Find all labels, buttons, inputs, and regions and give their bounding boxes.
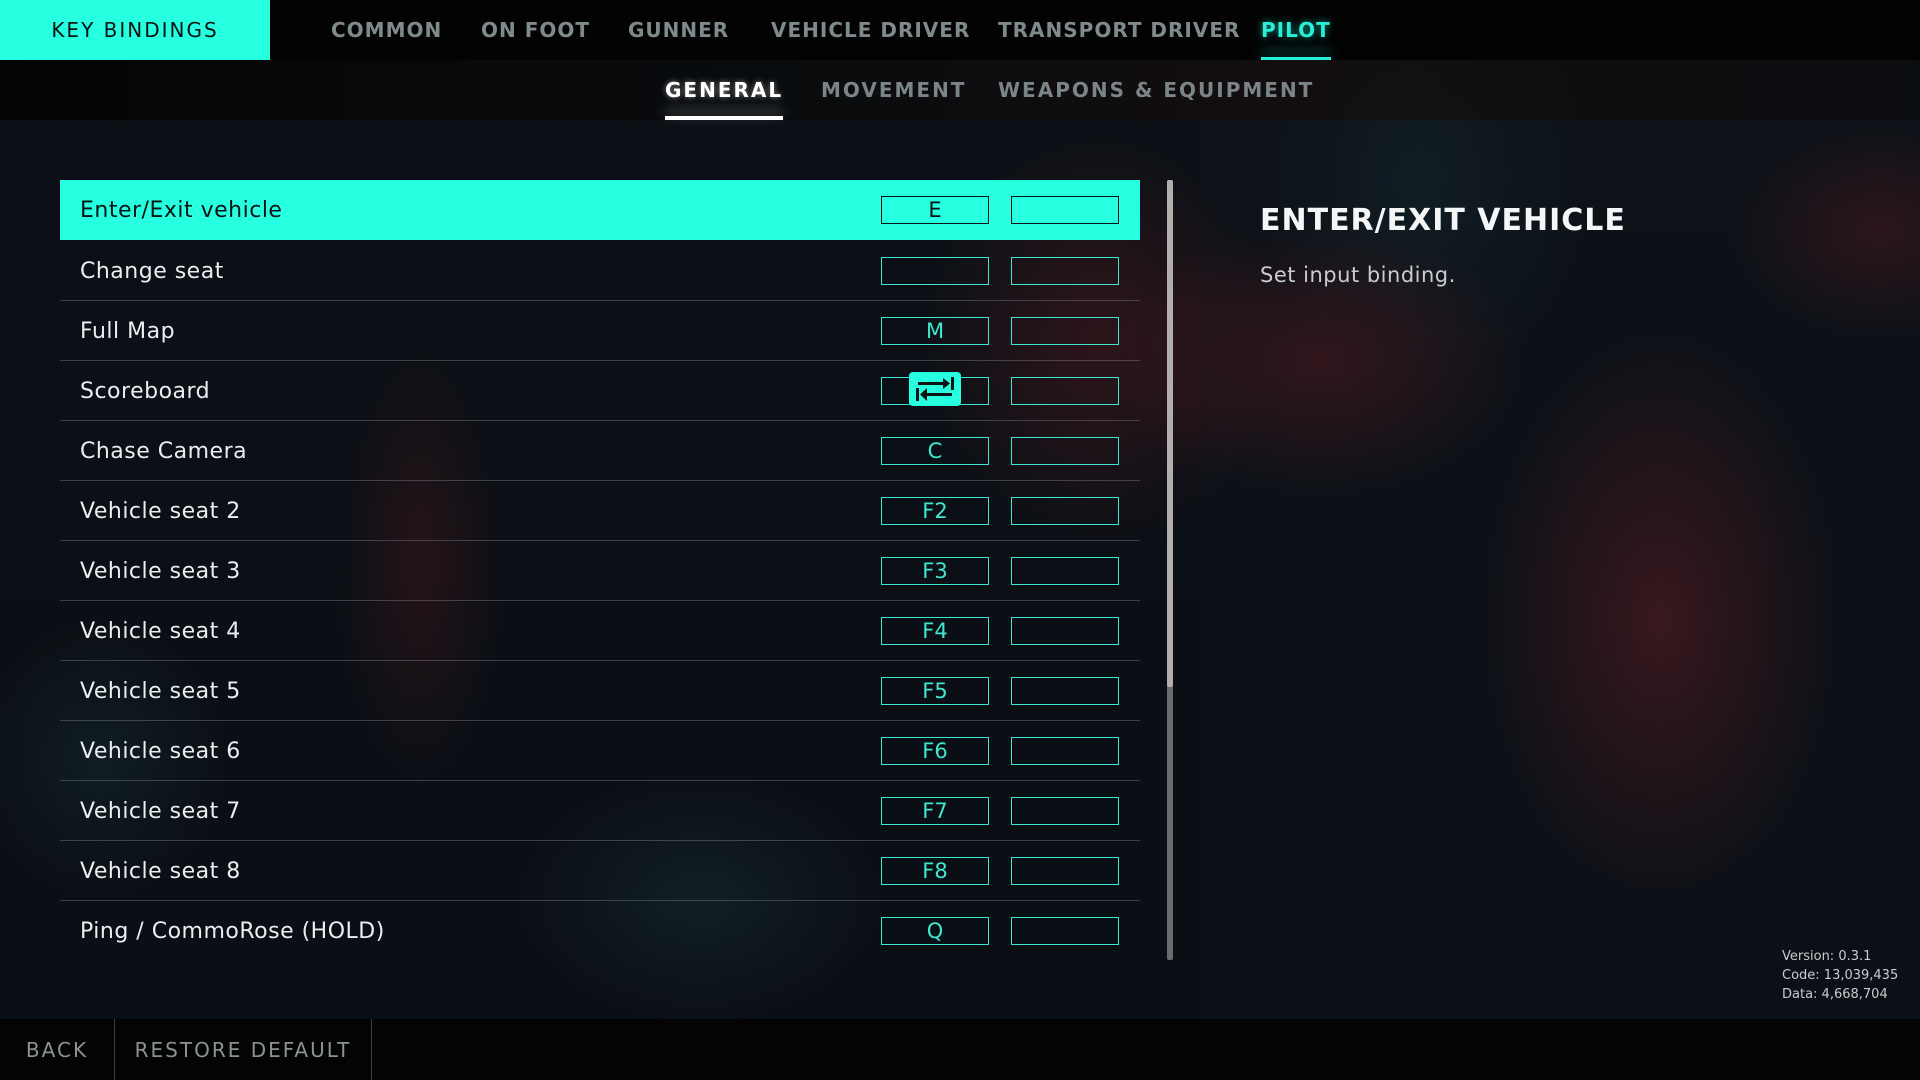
secondary-key-slot[interactable] [1011,857,1119,885]
tab-key-icon [909,372,961,406]
secondary-key-slot[interactable] [1011,737,1119,765]
secondary-key-slot[interactable] [1011,797,1119,825]
secondary-key-slot[interactable] [1011,497,1119,525]
secondary-key-slot[interactable] [1011,557,1119,585]
binding-action-label: Vehicle seat 6 [80,738,241,764]
data-text: Data: 4,668,704 [1782,987,1888,1002]
primary-key-slot[interactable]: F6 [881,737,989,765]
binding-row-vehicle-seat-4[interactable]: Vehicle seat 4 F4 [60,600,1140,660]
secondary-key-slot[interactable] [1011,317,1119,345]
subtab-bar: GENERAL MOVEMENT WEAPONS & EQUIPMENT [0,60,1920,120]
secondary-key-slot[interactable] [1011,437,1119,465]
binding-action-label: Vehicle seat 4 [80,618,241,644]
primary-key-slot[interactable] [881,257,989,285]
primary-key-slot[interactable]: C [881,437,989,465]
binding-row-vehicle-seat-2[interactable]: Vehicle seat 2 F2 [60,480,1140,540]
detail-description: Set input binding. [1260,263,1456,287]
binding-action-label: Full Map [80,318,176,344]
binding-action-label: Chase Camera [80,438,248,464]
tab-vehicle-driver[interactable]: VEHICLE DRIVER [771,0,970,60]
binding-action-label: Ping / CommoRose (HOLD) [80,918,385,944]
secondary-key-slot[interactable] [1011,196,1119,224]
primary-key-slot[interactable]: M [881,317,989,345]
back-button[interactable]: BACK [0,1019,114,1080]
tab-on-foot[interactable]: ON FOOT [481,0,590,60]
version-info: Version: 0.3.1 Code: 13,039,435 Data: 4,… [1782,947,1898,1004]
primary-key-slot[interactable]: F8 [881,857,989,885]
primary-key-slot[interactable]: E [881,196,989,224]
secondary-key-slot[interactable] [1011,257,1119,285]
scrollbar-thumb[interactable] [1167,180,1173,687]
subtab-general[interactable]: GENERAL [665,60,784,120]
bindings-list: Enter/Exit vehicle E Change seat Full Ma… [60,180,1140,960]
footer-divider [371,1019,372,1080]
primary-key-slot[interactable]: F4 [881,617,989,645]
binding-row-full-map[interactable]: Full Map M [60,300,1140,360]
footer-bar: BACK RESTORE DEFAULT [0,1019,1920,1080]
primary-key-slot[interactable]: F2 [881,497,989,525]
binding-row-ping-commorose[interactable]: Ping / CommoRose (HOLD) Q [60,900,1140,960]
binding-action-label: Vehicle seat 3 [80,558,241,584]
binding-action-label: Vehicle seat 5 [80,678,241,704]
binding-action-label: Vehicle seat 7 [80,798,241,824]
primary-key-slot[interactable] [881,372,989,406]
binding-row-change-seat[interactable]: Change seat [60,240,1140,300]
tab-gunner[interactable]: GUNNER [628,0,729,60]
binding-row-vehicle-seat-3[interactable]: Vehicle seat 3 F3 [60,540,1140,600]
tab-pilot[interactable]: PILOT [1261,0,1331,60]
secondary-key-slot[interactable] [1011,617,1119,645]
primary-key-slot[interactable]: F5 [881,677,989,705]
bindings-scrollbar[interactable] [1167,180,1173,960]
binding-action-label: Change seat [80,258,224,284]
detail-title: ENTER/EXIT VEHICLE [1260,203,1626,238]
binding-row-scoreboard[interactable]: Scoreboard [60,360,1140,420]
primary-key-slot[interactable]: F3 [881,557,989,585]
binding-row-vehicle-seat-5[interactable]: Vehicle seat 5 F5 [60,660,1140,720]
code-text: Code: 13,039,435 [1782,968,1899,983]
secondary-key-slot[interactable] [1011,677,1119,705]
version-text: Version: 0.3.1 [1782,949,1872,964]
primary-key-slot[interactable]: Q [881,917,989,945]
page-title: KEY BINDINGS [0,0,270,60]
binding-row-chase-camera[interactable]: Chase Camera C [60,420,1140,480]
binding-row-vehicle-seat-6[interactable]: Vehicle seat 6 F6 [60,720,1140,780]
binding-action-label: Vehicle seat 8 [80,858,241,884]
tab-transport-driver[interactable]: TRANSPORT DRIVER [998,0,1240,60]
restore-default-button[interactable]: RESTORE DEFAULT [115,1019,371,1080]
detail-panel [1200,120,1920,1019]
binding-row-enter-exit-vehicle[interactable]: Enter/Exit vehicle E [60,180,1140,240]
binding-row-vehicle-seat-8[interactable]: Vehicle seat 8 F8 [60,840,1140,900]
binding-action-label: Enter/Exit vehicle [80,197,283,223]
tab-common[interactable]: COMMON [331,0,442,60]
secondary-key-slot[interactable] [1011,377,1119,405]
subtab-movement[interactable]: MOVEMENT [821,60,966,120]
top-navigation-bar: KEY BINDINGS COMMON ON FOOT GUNNER VEHIC… [0,0,1920,60]
secondary-key-slot[interactable] [1011,917,1119,945]
primary-key-slot[interactable]: F7 [881,797,989,825]
binding-action-label: Scoreboard [80,378,211,404]
binding-action-label: Vehicle seat 2 [80,498,241,524]
binding-row-vehicle-seat-7[interactable]: Vehicle seat 7 F7 [60,780,1140,840]
subtab-weapons-equipment[interactable]: WEAPONS & EQUIPMENT [998,60,1314,120]
